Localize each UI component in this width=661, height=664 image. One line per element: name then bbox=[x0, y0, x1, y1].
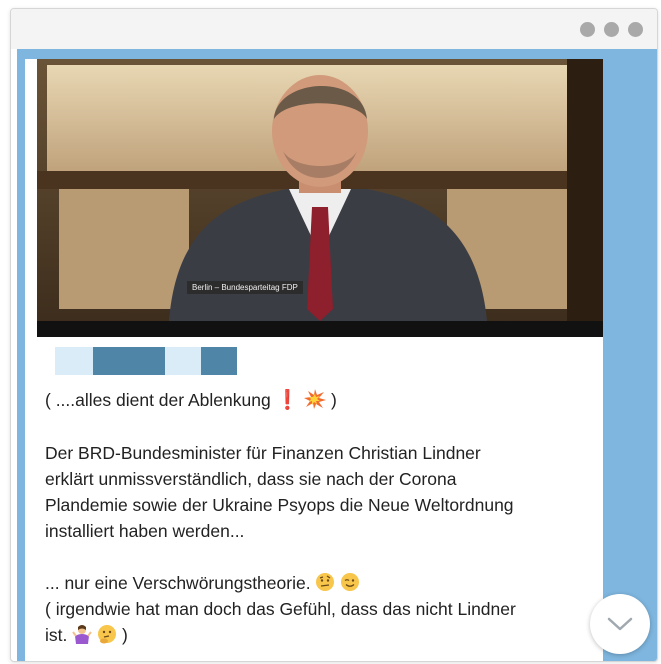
chat-background: Berlin – Bundesparteitag FDP ( ....alles… bbox=[17, 49, 657, 661]
message-theory-line: ... nur eine Verschwörungstheorie. bbox=[45, 570, 575, 596]
scroll-down-button[interactable] bbox=[590, 594, 650, 654]
dot-icon bbox=[580, 22, 595, 37]
winking-face-icon bbox=[341, 573, 360, 591]
window-menu-dots[interactable] bbox=[580, 22, 643, 37]
speaker-video-frame bbox=[37, 59, 603, 337]
dot-icon bbox=[604, 22, 619, 37]
shrugging-woman-icon bbox=[72, 625, 93, 644]
message-feeling-line: ( irgendwie hat man doch das Gefühl, das… bbox=[45, 599, 516, 619]
video-thumbnail[interactable]: Berlin – Bundesparteitag FDP bbox=[37, 59, 603, 337]
redacted-author bbox=[55, 347, 237, 375]
video-lower-third: Berlin – Bundesparteitag FDP bbox=[187, 281, 303, 294]
redacted-block bbox=[55, 347, 93, 375]
redacted-block bbox=[165, 347, 201, 375]
message-text: ( ....alles dient der Ablenkung ❗ ) Der … bbox=[45, 387, 575, 648]
thinking-face-icon bbox=[98, 625, 117, 644]
redacted-block bbox=[93, 347, 165, 375]
message-last-line: ist. ) bbox=[45, 625, 128, 645]
message-line-1: ( ....alles dient der Ablenkung ❗ ) bbox=[45, 389, 337, 411]
dot-icon bbox=[628, 22, 643, 37]
red-exclamation-icon: ❗ bbox=[275, 390, 300, 411]
message-paragraph-line: Plandemie sowie der Ukraine Psyops die N… bbox=[45, 495, 514, 515]
message-bubble: Berlin – Bundesparteitag FDP ( ....alles… bbox=[25, 59, 603, 661]
collision-icon bbox=[304, 389, 327, 409]
message-paragraph-line: installiert haben werden... bbox=[45, 521, 245, 541]
chevron-down-icon bbox=[607, 617, 633, 631]
title-bar bbox=[11, 9, 657, 49]
message-paragraph-line: erklärt unmissverständlich, dass sie nac… bbox=[45, 469, 457, 489]
message-paragraph-line: Der BRD-Bundesminister für Finanzen Chri… bbox=[45, 443, 481, 463]
telegram-window: Berlin – Bundesparteitag FDP ( ....alles… bbox=[10, 8, 658, 662]
raised-eyebrow-face-icon bbox=[316, 573, 335, 591]
redacted-block bbox=[201, 347, 237, 375]
